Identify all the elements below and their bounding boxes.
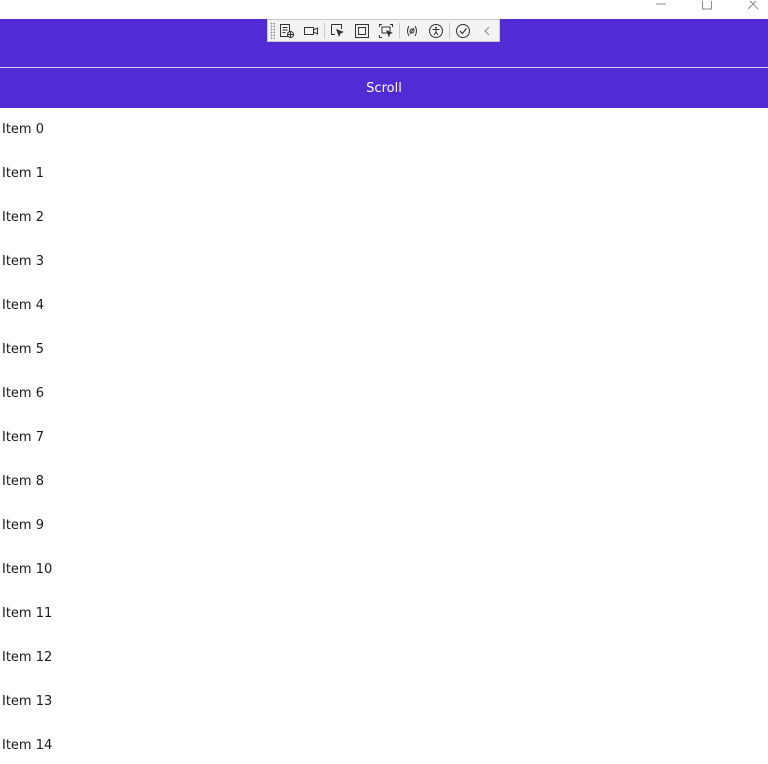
list-item[interactable]: Item 1 xyxy=(0,152,768,196)
track-focus-icon xyxy=(378,23,393,38)
maximize-icon xyxy=(702,1,712,10)
navigation-bar: Scroll xyxy=(0,68,768,108)
select-element-icon xyxy=(330,23,344,37)
item-list[interactable]: Item 0 Item 1 Item 2 Item 3 Item 4 Item 5 Item… xyxy=(0,108,768,764)
close-icon xyxy=(748,1,758,10)
list-item[interactable]: Item 12 xyxy=(0,636,768,680)
list-item[interactable]: Item 9 xyxy=(0,504,768,548)
list-item[interactable]: Item 11 xyxy=(0,592,768,636)
app-window: Scroll Item 0 Item 1 Item 2 Item 3 Item … xyxy=(0,0,768,764)
collapse-toolbar-button[interactable] xyxy=(475,20,499,41)
toolbar-separator xyxy=(449,22,451,39)
record-button[interactable] xyxy=(299,20,323,41)
title-bar xyxy=(0,0,768,19)
track-focus-button[interactable] xyxy=(374,20,398,41)
maximize-button[interactable] xyxy=(684,0,730,12)
list-item[interactable]: Item 6 xyxy=(0,372,768,416)
debug-toolbar xyxy=(267,19,500,42)
hot-reload-icon xyxy=(456,23,471,38)
list-item[interactable]: Item 10 xyxy=(0,548,768,592)
live-visual-tree-button[interactable] xyxy=(275,20,299,41)
list-item[interactable]: Item 3 xyxy=(0,240,768,284)
list-item[interactable]: Item 0 xyxy=(0,108,768,152)
accessibility-button[interactable] xyxy=(424,20,448,41)
binding-failures-icon xyxy=(407,25,418,36)
toolbar-separator xyxy=(324,22,325,39)
collapse-chevron-icon xyxy=(484,26,490,35)
minimize-icon xyxy=(656,3,666,5)
list-item[interactable]: Item 8 xyxy=(0,460,768,504)
page-title: Scroll xyxy=(366,80,402,96)
binding-failures-button[interactable] xyxy=(400,20,424,41)
list-item[interactable]: Item 5 xyxy=(0,328,768,372)
minimize-button[interactable] xyxy=(638,0,684,12)
list-item[interactable]: Item 4 xyxy=(0,284,768,328)
select-element-button[interactable] xyxy=(326,20,350,41)
accessibility-icon xyxy=(429,23,444,38)
list-item[interactable]: Item 14 xyxy=(0,724,768,764)
close-button[interactable] xyxy=(730,0,768,12)
list-item[interactable]: Item 7 xyxy=(0,416,768,460)
display-adorners-button[interactable] xyxy=(350,20,374,41)
list-item[interactable]: Item 2 xyxy=(0,196,768,240)
live-visual-tree-icon xyxy=(280,23,295,38)
toolbar-separator xyxy=(398,22,400,39)
record-icon xyxy=(304,26,319,35)
hot-reload-button[interactable] xyxy=(451,20,475,41)
display-adorners-icon xyxy=(354,23,369,38)
list-item[interactable]: Item 13 xyxy=(0,680,768,724)
